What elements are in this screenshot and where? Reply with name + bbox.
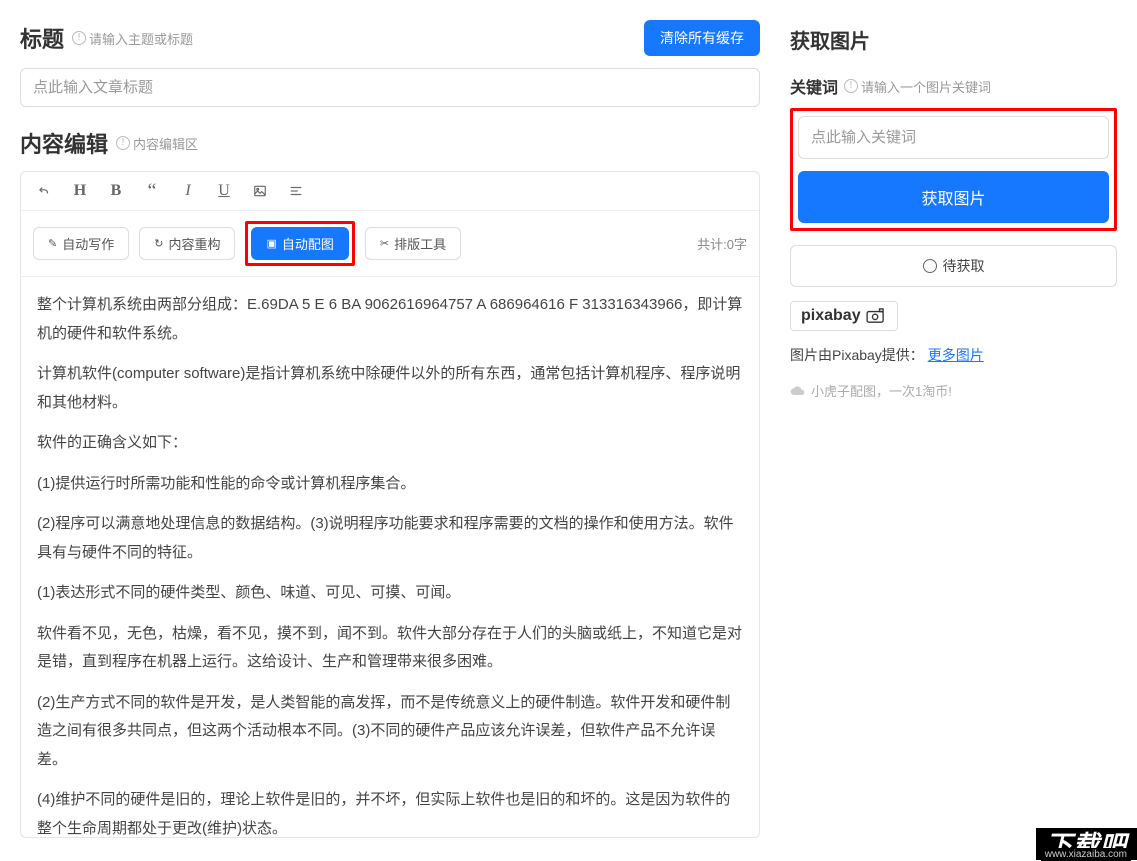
content-paragraph: 计算机软件(computer software)是指计算机系统中除硬件以外的所有… bbox=[37, 360, 743, 417]
keyword-input[interactable] bbox=[798, 116, 1109, 159]
word-count: 共计:0字 bbox=[697, 234, 747, 253]
keyword-hint-text: 请输入一个图片关键词 bbox=[861, 77, 991, 96]
keyword-highlight-box: 获取图片 bbox=[790, 108, 1117, 231]
keyword-label-row: 关键词 ! 请输入一个图片关键词 bbox=[790, 74, 1117, 98]
editor-content[interactable]: 整个计算机系统由两部分组成：E.69DA 5 E 6 BA 9062616964… bbox=[21, 277, 759, 837]
editor-box: H B “ I U ✎ 自动写作 ↻ 内容 bbox=[20, 171, 760, 838]
content-paragraph: (4)维护不同的硬件是旧的，理论上软件是旧的，并不坏，但实际上软件也是旧的和坏的… bbox=[37, 786, 743, 837]
restructure-button[interactable]: ↻ 内容重构 bbox=[139, 227, 235, 260]
editor-section-header: 内容编辑 ! 内容编辑区 bbox=[20, 127, 760, 159]
underline-button[interactable]: U bbox=[213, 180, 235, 202]
bold-button[interactable]: B bbox=[105, 180, 127, 202]
keyword-label: 关键词 bbox=[790, 74, 838, 98]
content-paragraph: 整个计算机系统由两部分组成：E.69DA 5 E 6 BA 9062616964… bbox=[37, 291, 743, 348]
clear-cache-button[interactable]: 清除所有缓存 bbox=[644, 20, 760, 56]
get-image-button[interactable]: 获取图片 bbox=[798, 171, 1109, 223]
cost-text: 小虎子配图，一次1淘币! bbox=[811, 381, 952, 400]
image-config-icon: ▣ bbox=[266, 237, 276, 250]
action-toolbar: ✎ 自动写作 ↻ 内容重构 ▣ 自动配图 ✂ 排版工具 共计:0字 bbox=[21, 211, 759, 277]
provider-text: 图片由Pixabay提供： bbox=[790, 347, 924, 363]
layout-icon: ✂ bbox=[380, 237, 389, 250]
pencil-icon: ✎ bbox=[48, 237, 57, 250]
layout-tool-label: 排版工具 bbox=[394, 234, 446, 253]
quote-button[interactable]: “ bbox=[141, 180, 163, 202]
content-paragraph: (1)表达形式不同的硬件类型、颜色、味道、可见、可摸、可闻。 bbox=[37, 579, 743, 608]
restructure-label: 内容重构 bbox=[168, 234, 220, 253]
title-hint: ! 请输入主题或标题 bbox=[72, 29, 193, 48]
auto-write-label: 自动写作 bbox=[62, 234, 114, 253]
title-section-header: 标题 ! 请输入主题或标题 清除所有缓存 bbox=[20, 20, 760, 56]
auto-image-label: 自动配图 bbox=[282, 234, 334, 253]
title-label: 标题 bbox=[20, 22, 64, 54]
article-title-input[interactable] bbox=[20, 68, 760, 107]
cloud-icon bbox=[790, 385, 806, 397]
heading-button[interactable]: H bbox=[69, 180, 91, 202]
pixabay-badge: pixabay bbox=[790, 301, 898, 331]
pending-label: 待获取 bbox=[943, 256, 985, 276]
pixabay-text: pixabay bbox=[801, 307, 861, 325]
undo-button[interactable] bbox=[33, 180, 55, 202]
provider-row: 图片由Pixabay提供： 更多图片 bbox=[790, 345, 1117, 365]
cost-row: 小虎子配图，一次1淘币! bbox=[790, 381, 1117, 400]
image-button[interactable] bbox=[249, 180, 271, 202]
main-column: 标题 ! 请输入主题或标题 清除所有缓存 内容编辑 ! 内容编辑区 H bbox=[20, 20, 760, 838]
watermark-url: www.xiazaiba.com bbox=[1041, 848, 1131, 861]
layout-tool-button[interactable]: ✂ 排版工具 bbox=[365, 227, 461, 260]
align-button[interactable] bbox=[285, 180, 307, 202]
info-icon: ! bbox=[844, 79, 858, 93]
content-paragraph: (2)生产方式不同的软件是开发，是人类智能的高发挥，而不是传统意义上的硬件制造。… bbox=[37, 689, 743, 775]
info-icon: ! bbox=[72, 31, 86, 45]
sidebar: 获取图片 关键词 ! 请输入一个图片关键词 获取图片 待获取 pixabay 图… bbox=[790, 20, 1117, 838]
editor-hint-text: 内容编辑区 bbox=[133, 134, 198, 153]
content-paragraph: (2)程序可以满意地处理信息的数据结构。(3)说明程序功能要求和程序需要的文档的… bbox=[37, 510, 743, 567]
auto-image-button[interactable]: ▣ 自动配图 bbox=[251, 227, 348, 260]
circle-icon bbox=[923, 259, 937, 273]
editor-label: 内容编辑 bbox=[20, 127, 108, 159]
get-image-title: 获取图片 bbox=[790, 25, 1117, 54]
pending-button[interactable]: 待获取 bbox=[790, 245, 1117, 287]
auto-write-button[interactable]: ✎ 自动写作 bbox=[33, 227, 129, 260]
content-paragraph: 软件的正确含义如下： bbox=[37, 429, 743, 458]
camera-icon bbox=[865, 308, 887, 324]
keyword-hint: ! 请输入一个图片关键词 bbox=[844, 77, 991, 96]
info-icon: ! bbox=[116, 136, 130, 150]
content-paragraph: (1)提供运行时所需功能和性能的命令或计算机程序集合。 bbox=[37, 470, 743, 499]
italic-button[interactable]: I bbox=[177, 180, 199, 202]
title-hint-text: 请输入主题或标题 bbox=[89, 29, 193, 48]
format-toolbar: H B “ I U bbox=[21, 172, 759, 211]
refresh-icon: ↻ bbox=[154, 237, 163, 250]
editor-hint: ! 内容编辑区 bbox=[116, 134, 198, 153]
content-paragraph: 软件看不见，无色，枯燥，看不见，摸不到，闻不到。软件大部分存在于人们的头脑或纸上… bbox=[37, 620, 743, 677]
more-images-link[interactable]: 更多图片 bbox=[928, 347, 984, 363]
auto-image-highlight: ▣ 自动配图 bbox=[245, 221, 354, 266]
